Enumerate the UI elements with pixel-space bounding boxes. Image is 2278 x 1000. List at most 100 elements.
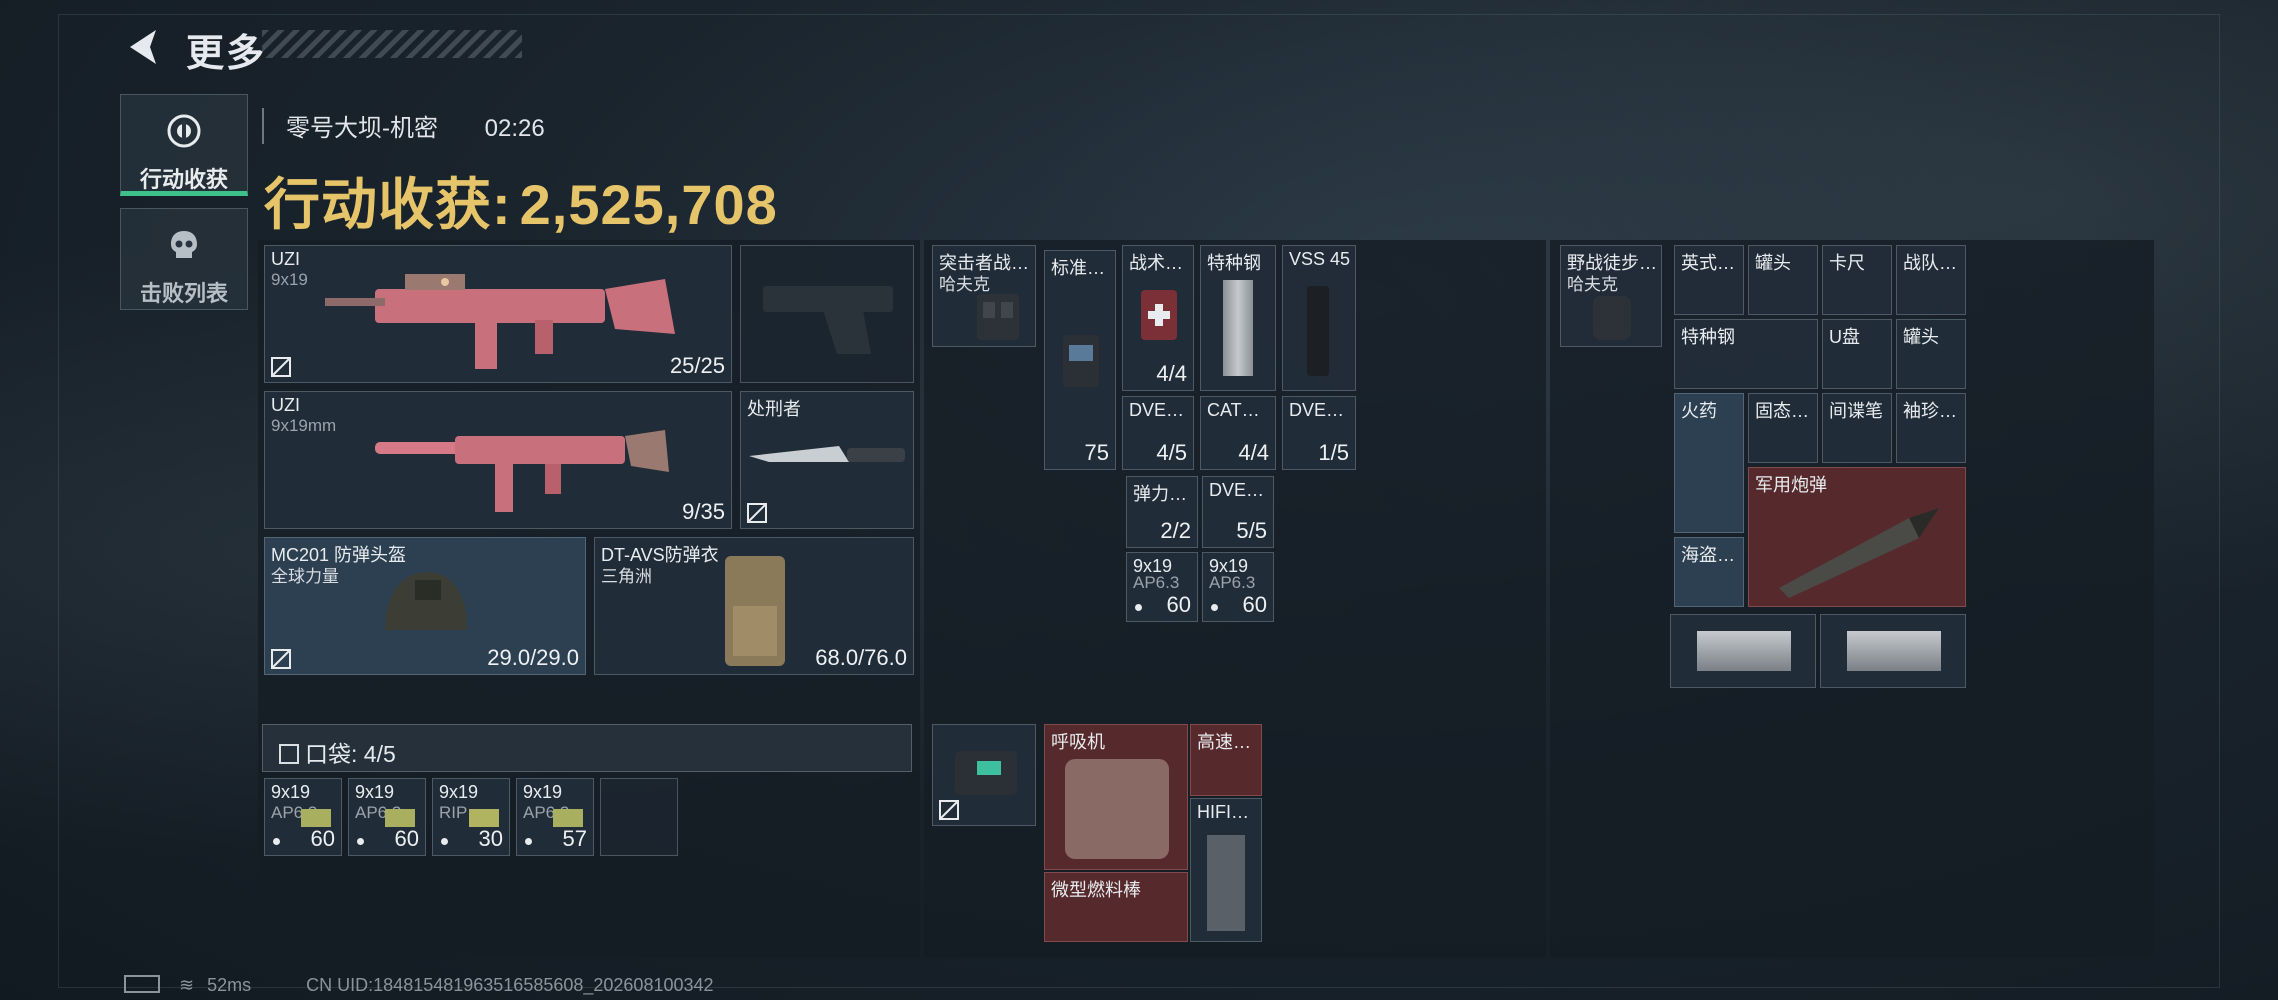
item-name: 特种钢 <box>1681 327 1735 347</box>
ammo-dot <box>1135 604 1142 611</box>
item-name: 英式… <box>1681 253 1735 273</box>
rig-item[interactable]: DVE… 5/5 <box>1202 476 1274 548</box>
safebox-item[interactable]: HIFI… <box>1190 798 1262 942</box>
ventilator-icon <box>1065 759 1169 859</box>
magazine-icon <box>1307 286 1329 376</box>
safebox-item[interactable]: 呼吸机 <box>1044 724 1188 870</box>
safebox-item[interactable]: 高速… <box>1190 724 1262 796</box>
backpack-item[interactable]: 战队… <box>1896 245 1966 315</box>
item-name: 弹力… <box>1133 484 1187 504</box>
pocket-item[interactable]: 9x19 AP6.3 60 <box>348 778 426 856</box>
page-title: 更多 <box>186 33 267 75</box>
ammo-dot <box>273 838 280 845</box>
gains-value: 2,525,708 <box>519 173 778 236</box>
backpack-item[interactable]: 海盗… <box>1674 537 1744 607</box>
ammo-dot <box>441 838 448 845</box>
backpack-item[interactable]: 特种钢 <box>1674 319 1818 389</box>
item-name: 特种钢 <box>1207 253 1261 273</box>
item-count: 5/5 <box>1236 518 1267 543</box>
backpack-item[interactable]: 罐头 <box>1748 245 1818 315</box>
safebox-item[interactable]: 微型燃料棒 <box>1044 872 1188 942</box>
item-count: 30 <box>478 826 503 851</box>
item-caliber: 9x19mm <box>271 416 337 435</box>
backpack-item[interactable]: U盘 <box>1822 319 1892 389</box>
item-name: 处刑者 <box>747 399 801 419</box>
item-count: 60 <box>1166 592 1191 617</box>
item-count: 60 <box>394 826 419 851</box>
tab-label: 行动收获 <box>139 167 228 192</box>
steel-block-icon <box>1847 631 1941 671</box>
item-name: 战队… <box>1903 253 1957 273</box>
pocket-item[interactable]: 9x19 AP6.3 60 <box>264 778 342 856</box>
backpack-item[interactable]: 固态… <box>1748 393 1818 463</box>
rig-item[interactable]: 标准… 75 <box>1044 250 1116 470</box>
rig-item[interactable]: 9x19 AP6.3 60 <box>1202 552 1274 622</box>
rig-item[interactable]: VSS 45 <box>1282 245 1356 391</box>
item-name: 9x19 <box>271 782 311 802</box>
item-name: UZI <box>271 249 300 269</box>
melee-slot[interactable]: 处刑者 <box>740 391 914 529</box>
item-name: 高速… <box>1197 732 1251 752</box>
back-arrow-icon[interactable] <box>122 24 168 70</box>
weapon-slot-pistol[interactable] <box>740 245 914 383</box>
ammo-box-icon <box>469 809 499 827</box>
backpack-icon <box>1593 296 1631 340</box>
rig-item[interactable]: 特种钢 <box>1200 245 1276 391</box>
wifi-icon: ≋ <box>179 975 195 995</box>
rig-item[interactable]: DVE… 4/5 <box>1122 396 1194 470</box>
backpack-item[interactable]: 间谍笔 <box>1822 393 1892 463</box>
backpack-item[interactable]: 军用炮弹 <box>1748 467 1966 607</box>
ping: 52ms <box>207 975 252 995</box>
rig-item[interactable]: CAT… 4/4 <box>1200 396 1276 470</box>
item-sub: RIP <box>439 803 468 822</box>
pocket-count: 4/5 <box>363 741 396 767</box>
rig-item[interactable]: 弹力… 2/2 <box>1126 476 1198 548</box>
pocket-item[interactable]: 9x19 RIP 30 <box>432 778 510 856</box>
item-count: 4/4 <box>1238 440 1269 465</box>
pocket-empty-slot[interactable] <box>600 778 678 856</box>
pocket-item[interactable]: 9x19 AP6.3 57 <box>516 778 594 856</box>
item-name: 罐头 <box>1755 253 1791 273</box>
backpack-item[interactable]: 袖珍… <box>1896 393 1966 463</box>
item-caliber: 9x19 <box>271 270 308 289</box>
ammo-box-icon <box>385 809 415 827</box>
body-armor-slot[interactable]: DT-AVS防弹衣 三角洲 68.0/76.0 <box>594 537 914 675</box>
title-stripes <box>262 30 522 58</box>
item-count: 60 <box>310 826 335 851</box>
backpack-item[interactable]: 火药 <box>1674 393 1744 533</box>
steel-block-icon <box>1697 631 1791 671</box>
backpack-slot[interactable]: 野战徒步… 哈夫克 <box>1560 245 1662 347</box>
item-count: 1/5 <box>1318 440 1349 465</box>
backpack-item[interactable]: 英式… <box>1674 245 1744 315</box>
ammo-box-icon <box>553 809 583 827</box>
tab-label: 击败列表 <box>139 281 228 306</box>
durability: 68.0/76.0 <box>815 645 907 670</box>
gains-summary: 行动收获: 2,525,708 <box>264 160 778 241</box>
backpack-item[interactable]: 卡尺 <box>1822 245 1892 315</box>
helmet-slot[interactable]: MC201 防弹头盔 全球力量 29.0/29.0 <box>264 537 586 675</box>
artillery-shell-icon <box>1779 508 1939 598</box>
weapon-slot-secondary[interactable]: UZI 9x19mm 9/35 <box>264 391 732 529</box>
pocket-icon <box>279 744 299 764</box>
rig-item[interactable]: 9x19 AP6.3 60 <box>1126 552 1198 622</box>
backpack-item[interactable] <box>1670 614 1816 688</box>
safebox-slot[interactable] <box>932 724 1036 826</box>
target-icon <box>167 114 201 148</box>
backpack-item[interactable]: 罐头 <box>1896 319 1966 389</box>
map-name: 零号大坝-机密 <box>286 115 438 142</box>
weapon-slot-primary[interactable]: UZI 9x19 25/25 <box>264 245 732 383</box>
gains-label: 行动收获: <box>264 173 512 236</box>
rig-item[interactable]: DVE… 1/5 <box>1282 396 1356 470</box>
vest-icon <box>725 556 785 666</box>
item-name: DVE… <box>1289 400 1345 420</box>
item-name: 间谍笔 <box>1829 401 1883 421</box>
item-name: 卡尺 <box>1829 253 1865 273</box>
no-insure-icon <box>939 800 959 820</box>
no-insure-icon <box>747 503 767 523</box>
chest-rig-slot[interactable]: 突击者战… 哈夫克 <box>932 245 1036 347</box>
tab-action-gains[interactable]: 行动收获 <box>120 94 248 196</box>
backpack-item[interactable] <box>1820 614 1966 688</box>
tab-defeat-list[interactable]: 击败列表 <box>120 208 248 310</box>
item-name: 战术… <box>1129 253 1183 273</box>
rig-item[interactable]: 战术… 4/4 <box>1122 245 1194 391</box>
